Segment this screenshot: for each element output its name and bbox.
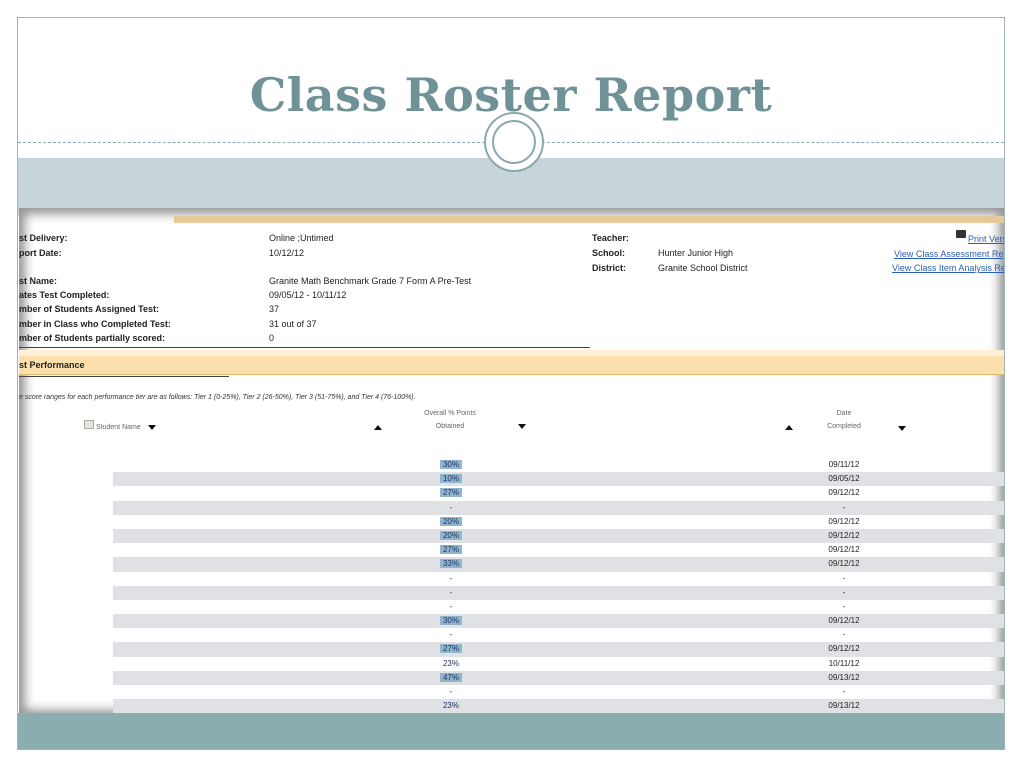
percent-cell: 27% (440, 545, 462, 555)
percent-cell: - (449, 601, 453, 611)
sort-desc-icon[interactable] (898, 426, 906, 431)
table-row[interactable]: 20% 09/12/12 (113, 528, 1004, 544)
table-row[interactable]: 27% 09/12/12 (19, 486, 1004, 500)
sort-desc-icon[interactable] (148, 425, 156, 430)
field-label-dates: ates Test Completed: (19, 290, 110, 300)
sort-asc-icon[interactable] (374, 425, 382, 430)
flag-icon (84, 420, 94, 429)
date-cell: 09/05/12 (828, 474, 860, 484)
field-value-test-name: Granite Math Benchmark Grade 7 Form A Pr… (269, 276, 472, 286)
field-value-assigned: 37 (269, 304, 280, 314)
percent-cell: 23% (442, 701, 459, 711)
date-cell: - (842, 587, 846, 597)
field-value-partial: 0 (269, 333, 275, 343)
table-row[interactable]: 33% 09/12/12 (113, 557, 1004, 572)
section-underline (19, 376, 229, 377)
percent-cell: 30% (440, 460, 462, 469)
date-cell: 09/11/12 (828, 460, 860, 469)
percent-cell: - (449, 687, 453, 696)
class-assessment-report-link[interactable]: View Class Assessment Rep (894, 249, 1004, 259)
date-cell: - (842, 630, 846, 640)
table-row[interactable]: 27% 09/12/12 (19, 543, 1004, 557)
report-top-bar (174, 216, 1004, 223)
teacher-label: Teacher: (592, 233, 629, 243)
table-row[interactable]: -- (113, 585, 1004, 600)
date-cell: 10/11/12 (828, 658, 860, 668)
date-cell: 09/13/12 (828, 701, 860, 711)
overall-header-line2[interactable]: Obtained (415, 423, 485, 430)
percent-cell: 47% (440, 672, 462, 682)
table-row[interactable]: -- (19, 628, 1004, 642)
performance-section-bar: st Performance (19, 356, 1004, 375)
field-value-report-date: 10/12/12 (269, 248, 305, 258)
date-cell: - (842, 601, 846, 611)
percent-cell: - (449, 587, 453, 597)
percent-cell: 20% (440, 530, 462, 540)
student-name-header[interactable]: Student Name (96, 424, 141, 431)
performance-section-title: st Performance (19, 360, 85, 370)
field-value-completed: 31 out of 37 (269, 319, 317, 329)
table-row[interactable]: -- (19, 572, 1004, 586)
percent-cell: 30% (440, 616, 462, 626)
percent-cell: 27% (440, 644, 462, 654)
table-row[interactable]: 47% 09/13/12 (113, 670, 1004, 685)
field-label-completed: mber in Class who Completed Test: (19, 319, 171, 329)
school-label: School: (592, 248, 625, 258)
date-cell: 09/13/12 (828, 672, 860, 682)
table-row[interactable]: 23% 09/13/12 (113, 699, 1004, 714)
date-cell: - (842, 573, 846, 583)
field-label-delivery: st Delivery: (19, 233, 68, 243)
field-value-dates: 09/05/12 - 10/11/12 (269, 290, 347, 300)
date-cell: - (842, 687, 846, 696)
percent-cell: 33% (440, 559, 462, 569)
table-row[interactable]: 30% 09/12/12 (113, 614, 1004, 629)
date-cell: 09/12/12 (828, 530, 860, 540)
sort-desc-icon[interactable] (518, 424, 526, 429)
percent-cell: - (449, 573, 453, 583)
percent-cell: 10% (440, 474, 462, 484)
field-label-assigned: mber of Students Assigned Test: (19, 304, 160, 314)
info-divider (19, 347, 590, 348)
printer-icon[interactable] (956, 230, 966, 238)
date-header-line1[interactable]: Date (819, 410, 869, 417)
report-screenshot: st Delivery: Online ;Untimed port Date: … (19, 208, 1004, 716)
date-cell: 09/12/12 (828, 545, 860, 555)
district-value: Granite School District (658, 263, 748, 273)
date-header-line2[interactable]: Completed (819, 423, 869, 430)
date-cell: 09/12/12 (828, 488, 860, 498)
table-row[interactable]: 10% 09/05/12 (113, 472, 1004, 487)
percent-cell: - (449, 502, 453, 512)
table-row[interactable]: 27% 09/12/12 (113, 642, 1004, 657)
student-table: 30% 09/11/12 10% 09/05/12 27% 09/12/12 -- 2… (19, 458, 1004, 714)
overall-header-line1[interactable]: Overall % Points (415, 410, 485, 417)
field-label-test-name: st Name: (19, 276, 58, 286)
date-cell: 09/12/12 (828, 644, 860, 654)
percent-cell: 27% (440, 488, 462, 498)
table-row[interactable]: -- (19, 685, 1004, 699)
tier-note: e score ranges for each performance tier… (19, 394, 416, 401)
date-cell: 09/12/12 (828, 516, 860, 526)
sort-asc-icon[interactable] (785, 425, 793, 430)
percent-cell: - (449, 630, 453, 640)
field-label-report-date: port Date: (19, 248, 62, 258)
class-item-analysis-link[interactable]: View Class Item Analysis Rep (892, 263, 1004, 273)
percent-cell: 23% (442, 658, 459, 668)
table-row[interactable]: 20% 09/12/12 (19, 515, 1004, 529)
ornament-circle-icon (484, 112, 544, 172)
table-row[interactable]: 30% 09/11/12 (19, 458, 1004, 472)
school-value: Hunter Junior High (658, 248, 734, 258)
date-cell: 09/12/12 (828, 559, 860, 569)
footer-band (18, 713, 1004, 749)
percent-cell: 20% (440, 516, 462, 526)
table-row[interactable]: 23% 10/11/12 (19, 657, 1004, 671)
date-cell: - (842, 502, 846, 512)
date-cell: 09/12/12 (828, 616, 860, 626)
district-label: District: (592, 263, 627, 273)
field-label-partial: mber of Students partially scored: (19, 333, 166, 343)
print-version-link[interactable]: Print Vers (968, 234, 1004, 244)
table-row[interactable]: -- (113, 500, 1004, 515)
field-value-delivery: Online ;Untimed (269, 233, 334, 243)
slide-frame: Class Roster Report st Delivery: Online … (17, 17, 1005, 750)
table-row[interactable]: -- (19, 600, 1004, 614)
